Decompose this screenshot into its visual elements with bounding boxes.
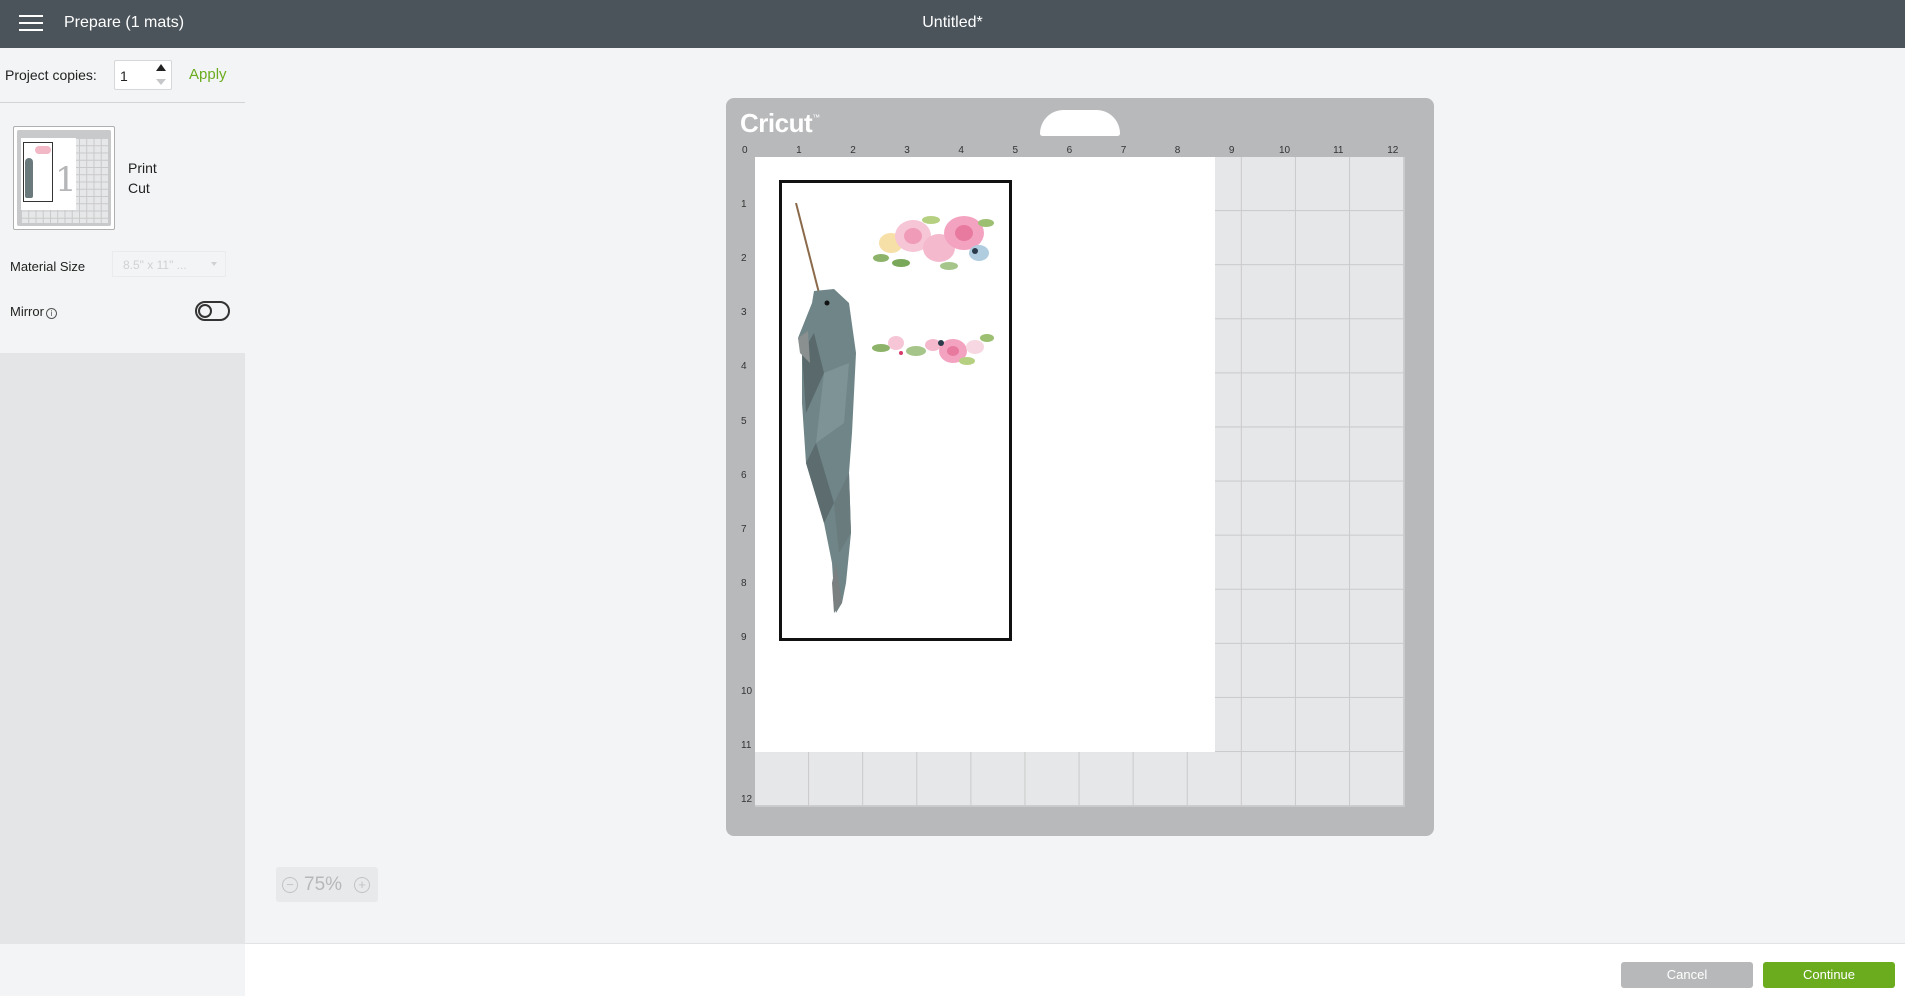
ruler-top-tick: 12	[1387, 145, 1399, 156]
cancel-button[interactable]: Cancel	[1621, 962, 1753, 988]
flower-cluster-bottom[interactable]	[871, 323, 996, 373]
mat-notch	[1040, 110, 1120, 136]
ruler-left-tick: 12	[741, 794, 753, 806]
zoom-value: 75%	[304, 874, 343, 895]
ruler-top-tick: 2	[850, 145, 856, 156]
continue-button[interactable]: Continue	[1763, 962, 1895, 988]
project-copies-input[interactable]: 1	[114, 60, 172, 90]
ruler-left-tick: 7	[741, 523, 747, 535]
stepper-up-icon[interactable]	[156, 64, 166, 71]
ruler-top: 0 1 2 3 4 5 6 7 8 9 10 11 12	[740, 143, 1420, 157]
ruler-left-tick: 6	[741, 469, 747, 481]
ruler-top-tick: 8	[1174, 145, 1181, 156]
ruler-top-tick: 11	[1333, 145, 1344, 156]
ruler-left-tick: 11	[741, 740, 752, 752]
copies-stepper	[156, 64, 166, 86]
ruler-left-tick: 1	[741, 199, 747, 211]
material-size-label: Material Size	[10, 259, 86, 274]
ruler-top-tick: 9	[1228, 145, 1235, 156]
chevron-down-icon	[211, 262, 217, 266]
cutting-mat: Cricut™ 0 1 2 3 4 5 6 7 8 9 10 11 12 1 2 3 4 5 6 7 8 9 10 11 12	[726, 98, 1434, 836]
info-icon[interactable]: i	[45, 308, 57, 319]
toggle-knob	[198, 304, 212, 318]
narwhal-image[interactable]	[794, 203, 874, 623]
mat-type-print: Print	[128, 160, 157, 176]
left-panel: Project copies: 1 Apply 1 Print Cut Mate…	[0, 48, 245, 944]
ruler-left-tick: 8	[741, 577, 747, 589]
ruler-left-tick: 9	[741, 631, 747, 643]
ruler-top-tick: 10	[1279, 145, 1291, 156]
mirror-label: Mirror i	[10, 304, 57, 319]
ruler-top-tick: 3	[904, 145, 910, 156]
mat-type-cut: Cut	[128, 180, 150, 196]
ruler-top-tick: 5	[1012, 145, 1019, 156]
stepper-down-icon[interactable]	[156, 79, 166, 85]
material-size-select[interactable]: 8.5" x 11" ...	[112, 251, 226, 277]
mirror-toggle[interactable]	[195, 301, 230, 321]
minus-circle-icon[interactable]: −	[282, 877, 298, 893]
ruler-left: 1 2 3 4 5 6 7 8 9 10 11 12	[740, 143, 754, 823]
zoom-control: − 75% +	[276, 867, 378, 902]
mat-number: 1	[55, 160, 77, 200]
mat-type-label: Print Cut	[128, 158, 157, 198]
ruler-top-tick: 6	[1066, 145, 1073, 156]
mat-thumbnail[interactable]: 1	[13, 126, 115, 230]
project-copies-value: 1	[120, 68, 128, 84]
cricut-logo: Cricut™	[740, 108, 820, 138]
footer-bar: Cancel Continue	[245, 943, 1905, 996]
ruler-left-tick: 5	[741, 415, 747, 427]
mini-mat: 1	[17, 130, 111, 226]
apply-button[interactable]: Apply	[189, 66, 227, 83]
ruler-left-tick: 2	[741, 253, 747, 265]
ruler-left-tick: 10	[741, 686, 753, 697]
project-copies-label: Project copies:	[5, 67, 97, 83]
top-bar: Prepare (1 mats) Untitled*	[0, 0, 1905, 48]
ruler-left-tick: 3	[741, 307, 747, 319]
ruler-top-tick: 1	[796, 145, 802, 156]
ruler-top-tick: 4	[958, 145, 964, 156]
mirror-text: Mirror	[10, 304, 44, 319]
prepare-settings: Project copies: 1 Apply 1 Print Cut Mate…	[0, 48, 245, 353]
ruler-left-tick: 4	[741, 361, 747, 373]
material-size-value: 8.5" x 11" ...	[123, 258, 187, 272]
flower-cluster-top[interactable]	[871, 208, 996, 278]
ruler-top-tick: 7	[1120, 145, 1127, 156]
document-title: Untitled*	[922, 14, 983, 31]
project-copies-row: Project copies: 1 Apply	[0, 48, 245, 103]
plus-circle-icon[interactable]: +	[354, 877, 370, 893]
